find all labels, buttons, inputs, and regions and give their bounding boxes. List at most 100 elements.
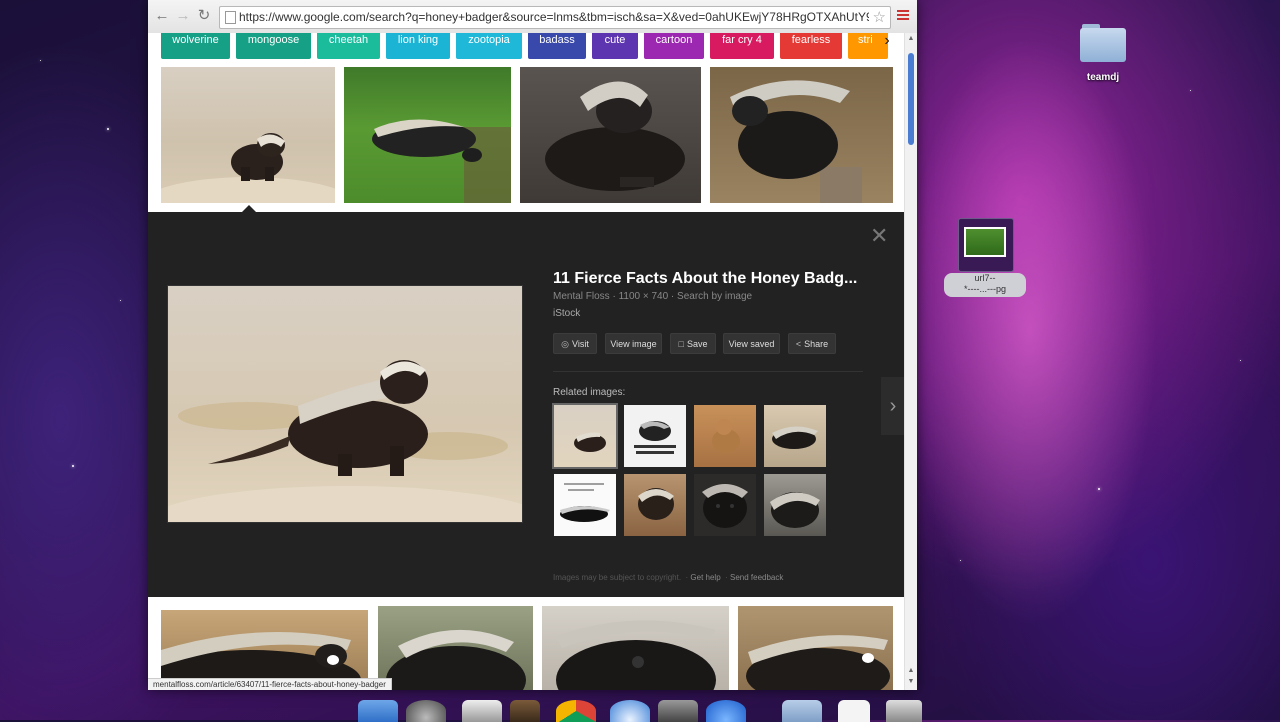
honey-badger-image [161,133,335,203]
finder-icon[interactable] [358,700,398,722]
share-icon: < [795,339,802,349]
honey-badger-image [168,286,522,522]
system-preferences-icon[interactable] [658,700,698,722]
honey-badger-image [638,488,674,520]
copyright-note: Images may be subject to copyright. [553,573,682,582]
trash-icon[interactable] [886,700,922,722]
related-images-label: Related images: [553,387,626,398]
image-result[interactable] [378,606,533,690]
image-result[interactable] [710,67,893,203]
chip-far-cry-4[interactable]: far cry 4 [710,33,774,59]
view-saved-label: View saved [728,339,775,349]
file-label[interactable]: url7-- *----...---pg [944,273,1026,297]
divider [553,371,863,372]
dashboard-icon[interactable] [406,700,446,722]
share-label: Share [804,339,829,349]
honey-badger-image [772,426,818,449]
chip-cheetah[interactable]: cheetah [317,33,380,59]
honey-badger-face-image [702,484,748,528]
chip-zootopia[interactable]: zootopia [456,33,522,59]
chip-cute[interactable]: cute [592,33,638,59]
image-result[interactable] [520,67,701,203]
chip-lion-king[interactable]: lion king [386,33,450,59]
downloads-folder-icon[interactable] [782,700,822,722]
get-help-link[interactable]: Get help [690,573,720,582]
star [107,128,109,130]
scroll-down-icon[interactable]: ▼ [905,678,917,685]
related-image[interactable] [554,405,616,467]
honey-badger-image [372,119,511,203]
honey-badger-image [746,635,890,690]
address-bar[interactable]: https://www.google.com/search?q=honey+ba… [219,6,891,29]
star [1098,488,1100,490]
chip-mongoose[interactable]: mongoose [236,33,311,59]
honey-badger-image [574,432,606,452]
honey-badger-cartoon-image [634,421,676,454]
reload-button[interactable]: ↻ [196,8,212,24]
image-result[interactable] [542,606,729,690]
share-button[interactable]: < Share [788,333,836,354]
bookmark-star-icon[interactable]: ☆ [873,8,886,26]
send-feedback-link[interactable]: Send feedback [730,573,783,582]
visit-button[interactable]: ◎ Visit [553,333,597,354]
chrome-icon[interactable] [556,700,596,722]
chip-wolverine[interactable]: wolverine [161,33,230,59]
image-title[interactable]: 11 Fierce Facts About the Honey Badg... [553,270,857,288]
url-text[interactable]: https://www.google.com/search?q=honey+ba… [239,10,869,24]
chip-fearless[interactable]: fearless [780,33,842,59]
related-image[interactable] [554,474,616,536]
folder-icon[interactable] [1080,24,1126,62]
document-icon[interactable] [838,700,870,722]
image-source: iStock [553,308,581,319]
honey-badger-diagram-image [560,483,610,522]
image-result[interactable] [738,606,893,690]
related-image[interactable] [624,474,686,536]
related-image[interactable] [764,405,826,467]
back-button[interactable]: ← [154,8,170,24]
close-icon[interactable]: ✕ [870,225,888,247]
chip-cartoon[interactable]: cartoon [644,33,704,59]
honey-badger-image [730,80,862,203]
related-image[interactable] [764,474,826,536]
save-button[interactable]: □ Save [670,333,716,354]
image-file-icon[interactable] [958,218,1014,272]
scrollbar[interactable]: ▲ ▲ ▼ [904,33,917,690]
honey-badger-image [386,629,526,690]
forward-button[interactable]: → [175,8,191,24]
folder-label[interactable]: teamdj [1073,72,1133,83]
related-image[interactable] [694,474,756,536]
next-image-chevron-icon[interactable]: › [881,377,905,435]
view-image-button[interactable]: View image [605,333,662,354]
chip-badass[interactable]: badass [528,33,586,59]
scroll-thumb[interactable] [908,53,914,145]
chess-icon[interactable] [510,700,540,722]
page-content: wolverine mongoose cheetah lion king zoo… [148,33,905,690]
browser-window: ← → ↻ https://www.google.com/search?q=ho… [148,0,917,690]
save-label: Save [686,339,708,349]
related-image[interactable] [624,405,686,467]
chevron-right-icon[interactable]: › [875,33,899,59]
view-image-label: View image [610,339,657,349]
browser-toolbar: ← → ↻ https://www.google.com/search?q=ho… [148,0,917,34]
view-saved-button[interactable]: View saved [723,333,780,354]
image-preview-panel: ✕ 11 Fierce Facts About the Honey Badg..… [148,212,905,597]
star [1190,90,1191,91]
image-result[interactable] [344,67,511,203]
scroll-up-icon[interactable]: ▲ [905,667,917,674]
page-icon [225,11,236,24]
menu-icon[interactable] [897,10,909,22]
status-bar: mentalfloss.com/article/63407/11-fierce-… [148,678,392,690]
animal-image [712,419,740,453]
visit-label: Visit [572,339,589,349]
calculator-icon[interactable] [462,700,502,722]
app-store-icon[interactable] [706,700,746,722]
image-result-selected[interactable] [161,67,335,203]
honey-badger-image [545,81,685,191]
honey-badger-image [556,620,716,690]
star [120,300,121,301]
star [72,465,74,467]
preview-image[interactable] [168,286,522,522]
safari-icon[interactable] [610,700,650,722]
scroll-up-icon[interactable]: ▲ [905,35,917,42]
related-image[interactable] [694,405,756,467]
